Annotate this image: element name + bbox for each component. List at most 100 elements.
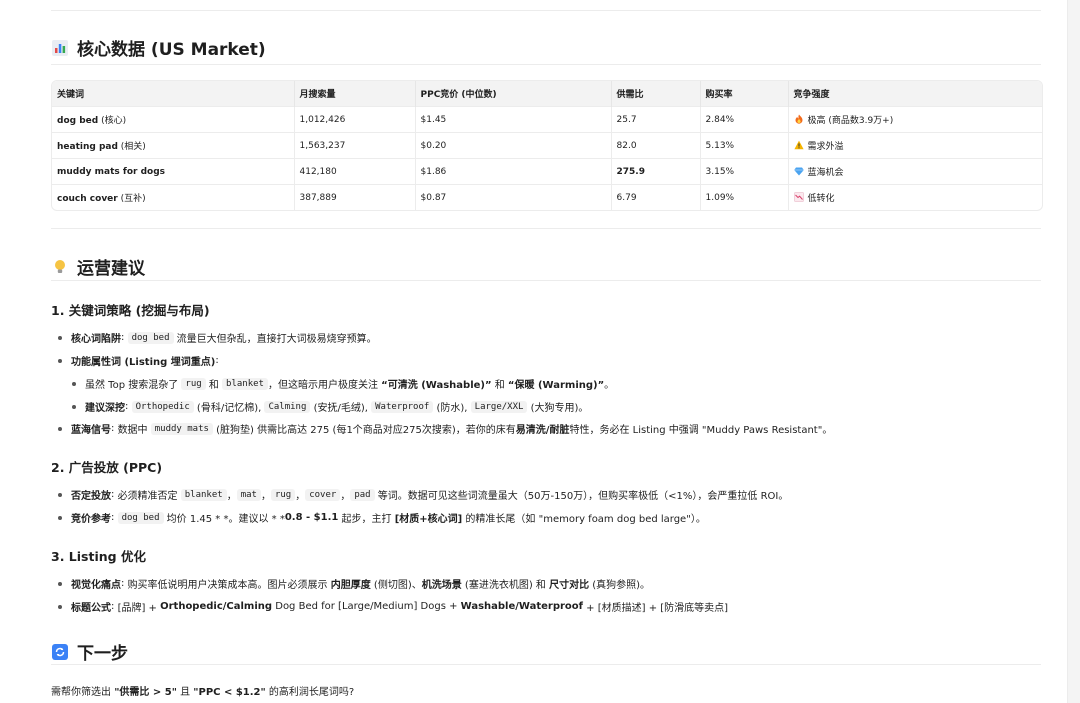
item-emphasis: 0.8 - $1.1 [284,512,339,523]
item-text: 数据中 [117,425,151,436]
table-row: dog bed (核心) 1,012,426 $1.45 25.7 2.84% 极高 (商… [52,106,1042,133]
item-text: (大狗专用)。 [527,403,589,414]
item-text: (骨科/记忆棉), [193,403,265,414]
inline-code: blanket [222,377,268,390]
competition-label: 需求外溢 [807,142,844,152]
keyword-cell: dog bed (核心) [52,106,295,133]
nested-list-item: 虽然 Top 搜索混杂了 rug 和 blanket ，但这暗示用户极度关注 “可… [72,376,614,391]
inline-code: Waterproof [371,400,434,413]
search-volume-cell: 1,563,237 [294,132,416,159]
supply-demand-ratio-cell: 82.0 [611,132,701,159]
item-text: 虽然 Top 搜索混杂了 [85,380,182,391]
conversion-rate-cell: 5.13% [700,132,789,159]
item-text: ， [340,491,351,502]
fire-icon [794,114,804,124]
supply-demand-ratio-cell: 275.9 [611,158,701,185]
supply-demand-ratio-cell: 6.79 [611,184,701,210]
competition-cell: 蓝海机会 [788,158,1042,185]
lightbulb-icon [51,258,69,276]
supply-demand-ratio-cell: 25.7 [611,106,701,133]
item-text: 等词。数据可见这些词流量虽大（50万-150万），但购买率极低（<1%），会严重… [374,491,789,502]
table-row: couch cover (互补) 387,889 $0.87 6.79 1.09% 低转化 [52,184,1042,210]
item-label: 竞价参考 [71,514,111,525]
column-header: PPC竞价 (中位数) [415,81,612,107]
keyword: couch cover [57,194,118,204]
list-item: 竞价参考: dog bed 均价 1.45 * *。建议以 * * 0.8 - $… [58,510,706,525]
item-text: ， [260,491,271,502]
item-text: + [材质描述] + [防滑底等卖点] [583,603,729,614]
item-label: 否定投放 [71,491,111,502]
item-emphasis: "PPC < $1.2" [193,687,266,698]
item-text: Dog Bed for [Large/Medium] Dogs + [272,601,461,612]
conversion-rate-cell: 2.84% [700,106,789,133]
bullet-dot [58,358,62,363]
section-title: 运营建议 [77,259,145,279]
refresh-icon [51,643,69,661]
section-heading-next: 下一步 [51,639,128,664]
keyword-note: (核心) [98,116,127,126]
item-emphasis: 易清洗/耐脏 [515,425,570,436]
keyword: heating pad [57,142,118,152]
item-label: : [215,355,219,366]
document-page: 核心数据 (US Market) 关键词 月搜索量 PPC竞价 (中位数) 供需… [0,0,1080,703]
list-item: 视觉化痛点: 购买率低说明用户决策成本高。图片必须展示 内胆厚度 (侧切图)、机… [58,576,650,591]
inline-code: muddy mats [150,422,213,435]
ppc-cell: $0.87 [415,184,612,210]
inline-code: rug [181,377,206,390]
item-text: 且 [176,687,194,698]
ppc-cell: $0.20 [415,132,612,159]
divider [51,664,1041,665]
item-text: 。 [604,380,615,391]
item-text: 的高利润长尾词吗? [265,687,355,698]
bullet-dot [58,581,62,586]
item-label: 蓝海信号 [71,425,111,436]
competition-cell: 低转化 [788,184,1042,210]
conversion-rate-cell: 1.09% [700,184,789,210]
scrollbar[interactable] [1067,0,1080,703]
search-volume-cell: 387,889 [294,184,416,210]
divider [51,64,1041,65]
item-label: : [121,332,128,343]
subheading-keyword-strategy: 1. 关键词策略 (挖掘与布局) [51,303,210,318]
item-text: ，但这暗示用户极度关注 [267,380,382,391]
item-text: 的精准长尾（如 "memory foam dog bed large"）。 [462,514,706,525]
item-text: [品牌] + [117,603,161,614]
next-step-question: 需帮你筛选出 "供需比 > 5" 且 "PPC < $1.2" 的高利润长尾词吗… [51,683,354,698]
item-text: ， [226,491,237,502]
inline-code: dog bed [127,331,174,344]
column-header: 购买率 [700,81,789,107]
list-item: 功能属性词 (Listing 埋词重点): [58,353,219,368]
inline-code: blanket [180,488,227,501]
item-text: 和 [491,380,508,391]
conversion-rate-cell: 3.15% [700,158,789,185]
item-label: : [111,512,118,523]
inline-code: Orthopedic [131,400,194,413]
item-emphasis: Orthopedic/Calming [160,601,273,612]
section-title: 下一步 [77,644,128,664]
table-row: heating pad (相关) 1,563,237 $0.20 82.0 5.13% 需… [52,132,1042,159]
item-text: 必须精准否定 [117,491,181,502]
inline-code: dog bed [117,511,164,524]
item-emphasis: Washable/Waterproof [460,601,583,612]
item-emphasis: [材质+核心词] [394,514,463,525]
inline-code: mat [236,488,261,501]
nested-list-item: 建议深挖: Orthopedic (骨科/记忆棉), Calming (安抚/毛… [72,399,588,414]
item-emphasis: 机洗场景 [421,580,462,591]
item-text: 起步，主打 [338,514,395,525]
table-row: muddy mats for dogs 412,180 $1.86 275.9 3.15… [52,158,1042,185]
column-header: 竞争强度 [788,81,1042,107]
item-text: 均价 1.45 * *。建议以 * * [163,514,285,525]
item-emphasis: 内胆厚度 [330,580,371,591]
bullet-dot [58,335,62,340]
column-header: 月搜索量 [294,81,416,107]
chart-down-icon [793,192,804,202]
bullet-dot [58,604,62,609]
inline-code: rug [270,488,296,501]
diamond-icon [793,166,804,176]
competition-label: 低转化 [807,194,835,204]
competition-label: 蓝海机会 [807,168,844,178]
keyword-cell: heating pad (相关) [52,132,295,159]
bar-chart-icon [51,39,69,57]
item-label: 功能属性词 (Listing 埋词重点) [71,357,216,368]
section-heading-ops: 运营建议 [51,254,145,279]
